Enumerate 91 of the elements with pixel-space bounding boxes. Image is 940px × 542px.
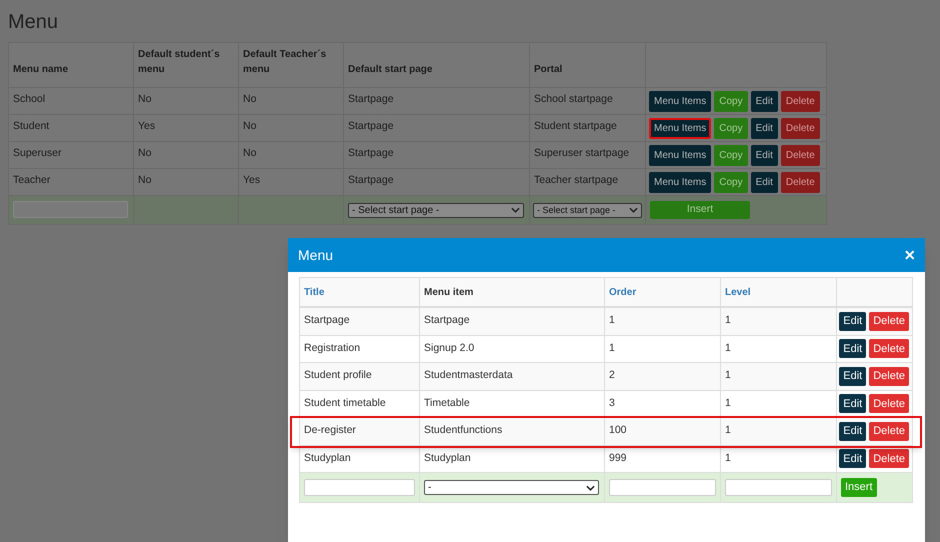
- table-cell: Studyplan: [420, 446, 605, 472]
- table-cell: Yes: [134, 114, 238, 142]
- delete-button[interactable]: Delete: [780, 90, 820, 112]
- select-dropdown[interactable]: - Select start page -: [533, 202, 642, 218]
- column-header: Default start page: [344, 42, 530, 88]
- table-cell: 100: [605, 418, 721, 444]
- edit-button[interactable]: Edit: [839, 422, 866, 441]
- table-cell: 3: [605, 390, 721, 417]
- edit-button[interactable]: Edit: [839, 366, 866, 386]
- delete-button[interactable]: Delete: [869, 339, 909, 358]
- dialog-title: Menu: [298, 246, 334, 264]
- edit-button[interactable]: Edit: [750, 90, 778, 112]
- table-cell: School: [8, 88, 134, 114]
- column-header: Menu item: [424, 286, 474, 300]
- table-cell: Startpage: [420, 308, 605, 334]
- edit-button[interactable]: Edit: [839, 449, 866, 468]
- menu-items-button[interactable]: Menu Items: [649, 144, 712, 166]
- delete-button[interactable]: Delete: [780, 172, 820, 192]
- select-dropdown[interactable]: -: [424, 480, 599, 495]
- sort-link[interactable]: Level: [725, 284, 751, 300]
- table-cell: Student profile: [300, 363, 420, 390]
- delete-button[interactable]: Delete: [869, 394, 909, 414]
- menu-items-button[interactable]: Menu Items: [649, 118, 712, 138]
- table-cell: No: [134, 88, 238, 114]
- delete-button[interactable]: Delete: [780, 118, 820, 138]
- copy-button[interactable]: Copy: [714, 144, 748, 166]
- table-cell: Signup 2.0: [420, 336, 605, 362]
- table-cell: Studentfunctions: [420, 418, 605, 444]
- table-cell: Student: [8, 114, 134, 142]
- edit-button[interactable]: Edit: [750, 144, 778, 166]
- table-cell: 999: [605, 446, 721, 472]
- edit-button[interactable]: Edit: [839, 394, 866, 414]
- copy-button[interactable]: Copy: [714, 118, 748, 138]
- table-cell: 1: [721, 418, 837, 444]
- copy-button[interactable]: Copy: [714, 172, 748, 192]
- edit-button[interactable]: Edit: [839, 339, 866, 358]
- table-cell: Registration: [300, 336, 420, 362]
- sort-link[interactable]: Order: [609, 284, 636, 300]
- select-dropdown[interactable]: - Select start page -: [348, 202, 524, 218]
- table-cell: Startpage: [300, 308, 420, 334]
- table-cell: Superuser startpage: [530, 142, 646, 168]
- page-title: Menu: [8, 10, 60, 34]
- text-input[interactable]: [725, 479, 832, 496]
- table-cell: 1: [721, 446, 837, 472]
- table-cell: Timetable: [420, 390, 605, 417]
- chevron-down-icon: [586, 484, 595, 490]
- table-cell: Startpage: [344, 114, 530, 142]
- table-cell: 1: [721, 308, 837, 334]
- table-cell: Startpage: [344, 88, 530, 114]
- table-cell: Studyplan: [300, 446, 420, 472]
- table-cell: No: [238, 114, 344, 142]
- delete-button[interactable]: Delete: [869, 422, 909, 441]
- table-cell: 1: [605, 308, 721, 334]
- table-cell: No: [238, 142, 344, 168]
- table-cell: 1: [721, 363, 837, 390]
- table-cell: De-register: [300, 418, 420, 444]
- sort-link[interactable]: Title: [304, 284, 324, 300]
- table-cell: Superuser: [8, 142, 134, 168]
- table-cell: 1: [721, 390, 837, 417]
- table-cell: Student startpage: [530, 114, 646, 142]
- text-input[interactable]: [13, 201, 128, 218]
- table-cell: No: [238, 88, 344, 114]
- menu-items-button[interactable]: Menu Items: [649, 172, 712, 192]
- delete-button[interactable]: Delete: [869, 366, 909, 386]
- chevron-down-icon: [511, 207, 520, 213]
- table-cell: Studentmasterdata: [420, 363, 605, 390]
- table-cell: Startpage: [344, 142, 530, 168]
- delete-button[interactable]: Delete: [780, 144, 820, 166]
- delete-button[interactable]: Delete: [869, 449, 909, 468]
- close-button[interactable]: ×: [904, 246, 915, 264]
- delete-button[interactable]: Delete: [869, 312, 909, 331]
- text-input[interactable]: [609, 479, 716, 496]
- column-header: Default Teacher´s menu: [238, 42, 344, 88]
- menu-items-button[interactable]: Menu Items: [649, 90, 712, 112]
- insert-button[interactable]: Insert: [841, 478, 877, 497]
- text-input[interactable]: [304, 479, 415, 496]
- insert-button[interactable]: Insert: [650, 201, 750, 219]
- table-cell: Student timetable: [300, 390, 420, 417]
- table-cell: 2: [605, 363, 721, 390]
- column-header: Default student´s menu: [134, 42, 238, 88]
- chevron-down-icon: [629, 207, 638, 213]
- column-header: Menu name: [8, 42, 134, 88]
- table-cell: School startpage: [530, 88, 646, 114]
- edit-button[interactable]: Edit: [839, 312, 866, 331]
- edit-button[interactable]: Edit: [750, 118, 778, 138]
- edit-button[interactable]: Edit: [750, 172, 778, 192]
- table-cell: 1: [605, 336, 721, 362]
- table-cell: No: [134, 142, 238, 168]
- copy-button[interactable]: Copy: [714, 90, 748, 112]
- table-cell: 1: [721, 336, 837, 362]
- column-header: Portal: [530, 42, 646, 88]
